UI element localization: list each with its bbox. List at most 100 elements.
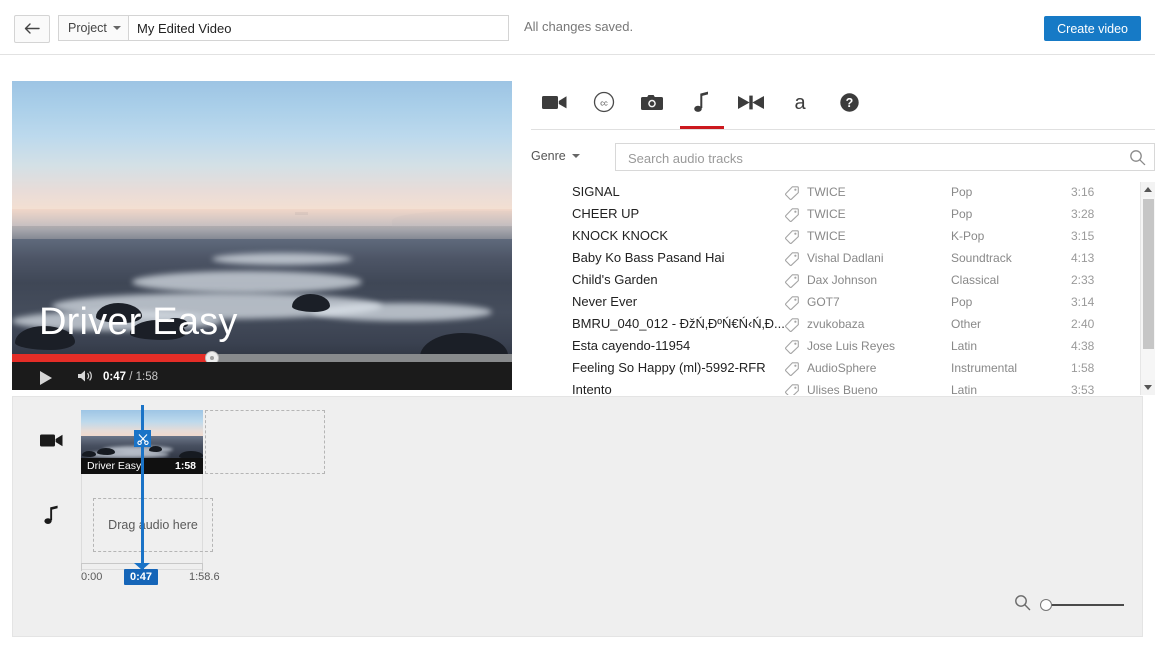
zoom-slider-knob[interactable] bbox=[1040, 599, 1052, 611]
track-duration: 4:13 bbox=[1071, 251, 1095, 265]
tab-help[interactable]: ? bbox=[825, 81, 873, 128]
preview-rock bbox=[292, 294, 330, 312]
svg-text:cc: cc bbox=[600, 99, 608, 108]
track-genre: K-Pop bbox=[951, 229, 985, 243]
volume-icon[interactable] bbox=[77, 369, 95, 388]
tab-photos[interactable] bbox=[629, 81, 677, 128]
preview-foam bbox=[312, 303, 492, 321]
ruler-start-label: 0:00 bbox=[81, 571, 103, 583]
track-duration: 3:15 bbox=[1071, 229, 1095, 243]
track-title: Esta cayendo-11954 bbox=[572, 338, 691, 353]
track-duration: 1:58 bbox=[1071, 361, 1095, 375]
track-title: BMRU_040_012 - ĐžŃ‚ĐºŃ€Ń‹Ń‚Đ... bbox=[572, 316, 785, 331]
transition-icon bbox=[738, 95, 764, 115]
tag-icon bbox=[784, 230, 799, 249]
player-progress-bar[interactable] bbox=[12, 351, 512, 365]
tab-transitions[interactable] bbox=[727, 81, 775, 128]
tab-text[interactable]: a bbox=[776, 81, 824, 128]
tag-icon bbox=[784, 296, 799, 315]
text-a-icon: a bbox=[790, 91, 810, 118]
track-duration: 2:40 bbox=[1071, 317, 1095, 331]
project-dropdown-label: Project bbox=[68, 21, 107, 35]
tag-icon bbox=[784, 274, 799, 293]
timeline-video-track[interactable]: Driver Easy 1:58 bbox=[81, 410, 325, 474]
playhead-time-badge: 0:47 bbox=[124, 569, 159, 585]
zoom-slider[interactable] bbox=[1040, 599, 1124, 611]
audio-track-row[interactable]: Feeling So Happy (ml)-5992-RFR AudioSpher… bbox=[553, 358, 1135, 380]
track-title: Child's Garden bbox=[572, 272, 658, 287]
tag-icon bbox=[784, 208, 799, 227]
play-icon[interactable] bbox=[40, 371, 52, 385]
video-camera-icon bbox=[40, 432, 64, 454]
camera-icon bbox=[641, 93, 665, 117]
music-note-icon bbox=[694, 91, 710, 118]
track-genre: Soundtrack bbox=[951, 251, 1012, 265]
timeline-zoom-control[interactable] bbox=[1014, 594, 1124, 616]
track-duration: 3:16 bbox=[1071, 185, 1095, 199]
back-arrow-icon bbox=[24, 23, 40, 35]
scrollbar-thumb[interactable] bbox=[1143, 199, 1154, 349]
svg-text:?: ? bbox=[845, 96, 853, 110]
track-genre: Latin bbox=[951, 383, 978, 395]
video-dropzone[interactable] bbox=[205, 410, 325, 474]
media-browser-panel: cc a? Genre SIGNAL TWICE Pop 3:16 CHEER UP TWI… bbox=[512, 81, 1155, 396]
media-tab-bar: cc a? bbox=[531, 81, 1155, 130]
tab-video[interactable] bbox=[531, 81, 579, 128]
scroll-up-arrow-icon[interactable] bbox=[1141, 182, 1155, 197]
closed-caption-icon: cc bbox=[593, 91, 615, 118]
scissors-icon[interactable] bbox=[134, 430, 151, 447]
clip-duration-label: 1:58 bbox=[174, 460, 196, 472]
track-title: Intento bbox=[572, 382, 612, 395]
video-editor-app: Project All changes saved. Create video bbox=[0, 0, 1155, 649]
track-genre: Pop bbox=[951, 185, 973, 199]
chevron-down-icon bbox=[112, 26, 121, 30]
audio-filter-bar: Genre bbox=[531, 143, 1155, 173]
top-toolbar: Project All changes saved. Create video bbox=[0, 0, 1155, 55]
help-question-icon: ? bbox=[839, 92, 860, 118]
track-genre: Classical bbox=[951, 273, 1000, 287]
tab-captions[interactable]: cc bbox=[580, 81, 628, 128]
audio-track-row[interactable]: BMRU_040_012 - ĐžŃ‚ĐºŃ€Ń‹Ń‚Đ... zvukobaza… bbox=[553, 314, 1135, 336]
track-title: Feeling So Happy (ml)-5992-RFR bbox=[572, 360, 766, 375]
audio-track-row[interactable]: SIGNAL TWICE Pop 3:16 bbox=[553, 182, 1135, 204]
audio-track-row[interactable]: CHEER UP TWICE Pop 3:28 bbox=[553, 204, 1135, 226]
magnifier-icon[interactable] bbox=[1014, 594, 1031, 616]
video-title-input[interactable] bbox=[128, 15, 509, 41]
tab-audio[interactable] bbox=[678, 81, 726, 129]
search-audio-box[interactable] bbox=[615, 143, 1155, 172]
track-genre: Other bbox=[951, 317, 982, 331]
audio-track-row[interactable]: Never Ever GOT7 Pop 3:14 bbox=[553, 292, 1135, 314]
track-artist: GOT7 bbox=[807, 295, 840, 309]
track-artist: Jose Luis Reyes bbox=[807, 339, 896, 353]
back-button[interactable] bbox=[14, 15, 50, 43]
tag-icon bbox=[784, 340, 799, 359]
audio-track-list[interactable]: SIGNAL TWICE Pop 3:16 CHEER UP TWICE Pop 3:28 KN… bbox=[553, 182, 1155, 395]
audio-track-row[interactable]: Esta cayendo-11954 Jose Luis Reyes Latin 4:… bbox=[553, 336, 1135, 358]
scroll-down-arrow-icon[interactable] bbox=[1141, 380, 1155, 395]
track-title: SIGNAL bbox=[572, 184, 620, 199]
track-artist: TWICE bbox=[807, 229, 846, 243]
clip-rock bbox=[97, 448, 115, 455]
audio-dropzone[interactable]: Drag audio here bbox=[93, 498, 213, 552]
audio-track-row[interactable]: Intento Ulises Bueno Latin 3:53 bbox=[553, 380, 1135, 395]
search-icon[interactable] bbox=[1129, 149, 1146, 171]
player-timecode: 0:47 / 1:58 bbox=[103, 371, 158, 383]
track-genre: Instrumental bbox=[951, 361, 1018, 375]
ruler-end-label: 1:58.6 bbox=[189, 571, 220, 583]
video-player[interactable] bbox=[12, 81, 512, 390]
save-status-text: All changes saved. bbox=[524, 19, 634, 34]
track-duration: 2:33 bbox=[1071, 273, 1095, 287]
audio-track-row[interactable]: Baby Ko Bass Pasand Hai Vishal Dadlani Sou… bbox=[553, 248, 1135, 270]
timeline-panel[interactable]: Driver Easy 1:58 Drag audio here 0:00 1:… bbox=[12, 396, 1143, 637]
audio-track-row[interactable]: Child's Garden Dax Johnson Classical 2:33 bbox=[553, 270, 1135, 292]
tag-icon bbox=[784, 252, 799, 271]
track-list-scrollbar[interactable] bbox=[1140, 182, 1155, 395]
clip-rock bbox=[179, 451, 203, 458]
track-artist: TWICE bbox=[807, 185, 846, 199]
audio-track-row[interactable]: KNOCK KNOCK TWICE K-Pop 3:15 bbox=[553, 226, 1135, 248]
create-video-button[interactable]: Create video bbox=[1044, 16, 1141, 41]
project-dropdown[interactable]: Project bbox=[58, 15, 128, 41]
track-genre: Latin bbox=[951, 339, 978, 353]
genre-dropdown[interactable]: Genre bbox=[531, 149, 580, 163]
search-input[interactable] bbox=[626, 144, 1120, 172]
